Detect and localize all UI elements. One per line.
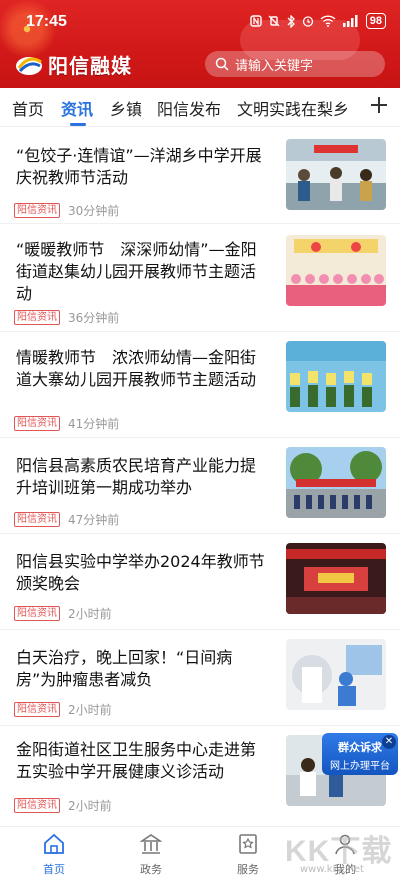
alarm-icon <box>302 16 313 27</box>
promo-line2: 网上办理平台 <box>330 761 390 772</box>
bluetooth-icon <box>287 14 295 28</box>
wifi-icon <box>320 15 336 27</box>
appeal-platform-banner[interactable]: ✕ 群众诉求 网上办理平台 <box>322 733 398 775</box>
watermark-url: www.kkx.net <box>300 864 364 875</box>
source-tag: 阳信资讯 <box>14 606 60 621</box>
source-tag: 阳信资讯 <box>14 702 60 717</box>
news-title: “包饺子·连情谊”—洋湖乡中学开展庆祝教师节活动 <box>16 146 262 187</box>
time-ago: 2小时前 <box>68 703 112 717</box>
search-icon <box>215 57 229 71</box>
time-ago: 47分钟前 <box>68 513 120 527</box>
news-item[interactable]: 情暖教师节 浓浓师幼情—金阳街道大寨幼儿园开展教师节主题活动 阳信资讯 41分钟… <box>0 331 400 438</box>
tab-home[interactable]: 首页 <box>12 96 44 120</box>
news-thumbnail <box>286 341 386 412</box>
news-title: 金阳街道社区卫生服务中心走进第五实验中学开展健康义诊活动 <box>16 740 257 781</box>
tab-towns[interactable]: 乡镇 <box>110 96 142 120</box>
news-thumbnail <box>286 543 386 614</box>
news-thumbnail <box>286 235 386 306</box>
news-title: “暖暖教师节 深深师幼情”—金阳街道赵集幼儿园开展教师节主题活动 <box>16 240 257 303</box>
status-time: 17:45 <box>26 13 67 30</box>
active-tab-indicator <box>70 123 86 126</box>
status-icons: 98 <box>250 13 386 29</box>
nfc-icon <box>250 15 262 27</box>
mute-icon <box>268 15 280 27</box>
news-item[interactable]: “暖暖教师节 深深师幼情”—金阳街道赵集幼儿园开展教师节主题活动 阳信资讯 36… <box>0 223 400 332</box>
news-meta: 阳信资讯 47分钟前 <box>14 511 119 528</box>
tab-civilization-practice[interactable]: 文明实践在梨乡 <box>237 96 349 120</box>
news-thumbnail <box>286 139 386 210</box>
time-ago: 30分钟前 <box>68 204 120 218</box>
source-tag: 阳信资讯 <box>14 310 60 325</box>
news-item[interactable]: 白天治疗，晚上回家！“日间病房”为肿瘤患者减负 阳信资讯 2小时前 <box>0 629 400 726</box>
app-header: 17:45 98 阳信融媒 请输入关键字 <box>0 0 400 88</box>
logo-text: 阳信融媒 <box>48 54 132 78</box>
source-tag: 阳信资讯 <box>14 798 60 813</box>
news-meta: 阳信资讯 30分钟前 <box>14 202 119 219</box>
star-badge-icon <box>239 834 257 854</box>
search-placeholder: 请输入关键字 <box>235 58 314 74</box>
nav-services[interactable]: 服务 <box>218 833 278 877</box>
news-title: 情暖教师节 浓浓师幼情—金阳街道大寨幼儿园开展教师节主题活动 <box>16 348 257 389</box>
source-tag: 阳信资讯 <box>14 416 60 431</box>
news-item[interactable]: 阳信县高素质农民培育产业能力提升培训班第一期成功举办 阳信资讯 47分钟前 <box>0 437 400 534</box>
news-thumbnail <box>286 639 386 710</box>
plus-icon <box>371 97 387 113</box>
news-meta: 阳信资讯 2小时前 <box>14 797 112 814</box>
search-box[interactable]: 请输入关键字 <box>205 51 385 77</box>
channel-tabs: 首页 资讯 乡镇 阳信发布 文明实践在梨乡 <box>0 88 400 127</box>
government-building-icon <box>139 834 163 854</box>
news-item[interactable]: 阳信县实验中学举办2024年教师节颁奖晚会 阳信资讯 2小时前 <box>0 533 400 630</box>
news-meta: 阳信资讯 41分钟前 <box>14 415 119 432</box>
nav-label: 服务 <box>237 863 259 876</box>
news-item[interactable]: “包饺子·连情谊”—洋湖乡中学开展庆祝教师节活动 阳信资讯 30分钟前 <box>0 127 400 224</box>
source-tag: 阳信资讯 <box>14 512 60 527</box>
status-bar: 17:45 98 <box>0 0 400 40</box>
source-tag: 阳信资讯 <box>14 203 60 218</box>
news-title: 阳信县实验中学举办2024年教师节颁奖晚会 <box>16 552 265 593</box>
time-ago: 41分钟前 <box>68 417 120 431</box>
signal-icon <box>342 15 358 27</box>
nav-label: 政务 <box>140 863 162 876</box>
time-ago: 2小时前 <box>68 799 112 813</box>
news-title: 阳信县高素质农民培育产业能力提升培训班第一期成功举办 <box>16 456 257 497</box>
news-title: 白天治疗，晚上回家！“日间病房”为肿瘤患者减负 <box>16 648 233 689</box>
nav-government[interactable]: 政务 <box>121 833 181 877</box>
tab-news[interactable]: 资讯 <box>61 96 93 120</box>
logo-mark-icon <box>16 56 42 75</box>
time-ago: 36分钟前 <box>68 311 120 325</box>
nav-label: 首页 <box>43 863 65 876</box>
news-meta: 阳信资讯 36分钟前 <box>14 309 119 326</box>
battery-indicator: 98 <box>365 13 386 29</box>
close-icon[interactable]: ✕ <box>382 735 396 749</box>
app-logo: 阳信融媒 <box>14 50 132 79</box>
home-icon <box>44 833 64 854</box>
nav-home[interactable]: 首页 <box>24 833 84 877</box>
news-meta: 阳信资讯 2小时前 <box>14 701 112 718</box>
news-meta: 阳信资讯 2小时前 <box>14 605 112 622</box>
tab-yangxin-release[interactable]: 阳信发布 <box>157 96 221 120</box>
time-ago: 2小时前 <box>68 607 112 621</box>
add-channel-button[interactable] <box>370 96 388 119</box>
news-thumbnail <box>286 447 386 518</box>
